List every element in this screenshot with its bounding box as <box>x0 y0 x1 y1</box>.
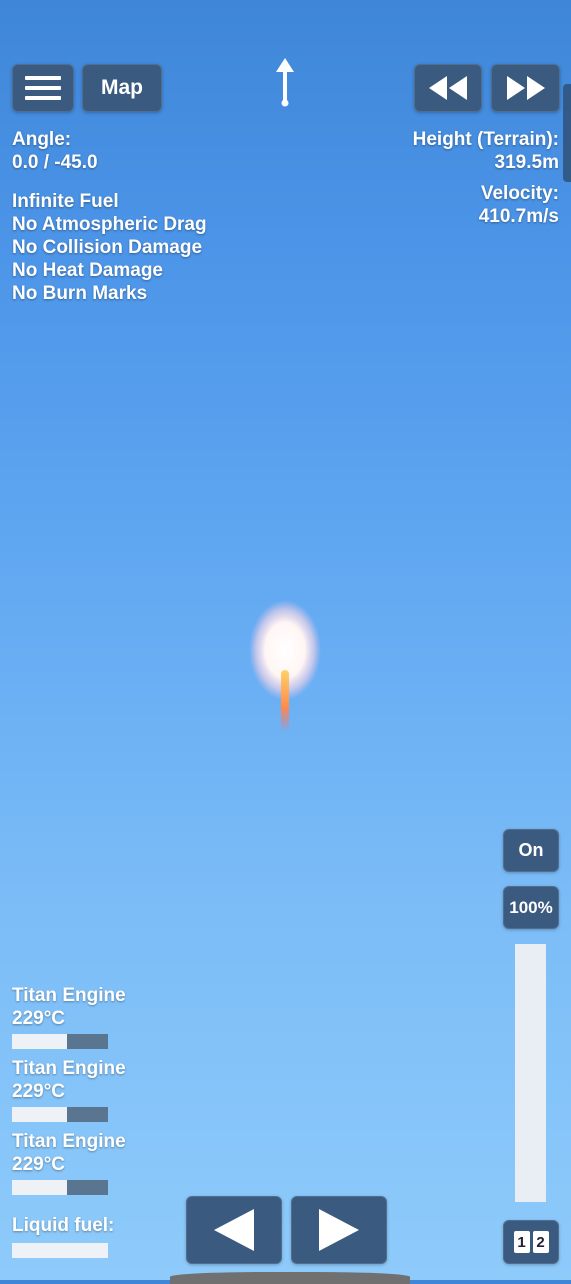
hamburger-icon <box>25 76 61 100</box>
rocket-exhaust <box>249 600 321 732</box>
stage-number: 1 <box>513 1231 530 1253</box>
engine-name: Titan Engine <box>12 1131 126 1152</box>
side-panel-tab[interactable] <box>563 84 571 182</box>
fast-forward-button[interactable] <box>491 64 560 112</box>
engine-item: Titan Engine 229°C <box>12 1130 142 1195</box>
angle-label: Angle: <box>12 129 72 150</box>
engine-heat-bar <box>12 1180 108 1195</box>
engine-name: Titan Engine <box>12 1058 126 1079</box>
fuel-label: Liquid fuel: <box>12 1215 115 1236</box>
angle-value: 0.0 / -45.0 <box>12 152 98 173</box>
engine-toggle-button[interactable]: On <box>503 829 559 872</box>
velocity-value: 410.7m/s <box>478 206 559 227</box>
rotate-left-button[interactable] <box>186 1196 282 1264</box>
fuel-fill <box>12 1243 108 1258</box>
height-readout: Height (Terrain): 319.5m <box>413 128 559 174</box>
engine-name: Titan Engine <box>12 985 126 1006</box>
flag-item: No Burn Marks <box>12 283 148 304</box>
engine-temp: 229°C <box>12 1081 66 1102</box>
engine-heat-bar <box>12 1107 108 1122</box>
height-value: 319.5m <box>494 152 559 173</box>
angle-readout: Angle: 0.0 / -45.0 <box>12 128 98 174</box>
engine-item: Titan Engine 229°C <box>12 1057 142 1122</box>
rotate-right-icon <box>319 1209 359 1251</box>
engine-temp: 229°C <box>12 1008 66 1029</box>
rotate-right-button[interactable] <box>291 1196 387 1264</box>
fuel-bar <box>12 1243 108 1258</box>
engine-heat-fill <box>12 1107 67 1122</box>
flag-item: Infinite Fuel <box>12 191 119 212</box>
fast-forward-icon <box>506 76 545 100</box>
throttle-percent-label: 100% <box>509 897 553 917</box>
flag-item: No Heat Damage <box>12 260 163 281</box>
prograde-arrow-icon <box>276 58 294 107</box>
rotate-left-icon <box>214 1209 254 1251</box>
height-label: Height (Terrain): <box>412 129 559 150</box>
velocity-label: Velocity: <box>480 183 559 204</box>
stage-number: 2 <box>532 1231 549 1253</box>
flag-item: No Collision Damage <box>12 237 203 258</box>
flag-item: No Atmospheric Drag <box>12 214 207 235</box>
engine-list: Titan Engine 229°C Titan Engine 229°C Ti… <box>12 984 142 1203</box>
stage-button[interactable]: 1 2 <box>503 1220 559 1264</box>
menu-button[interactable] <box>12 64 74 112</box>
throttle-slider[interactable] <box>515 944 546 1202</box>
engine-heat-bar <box>12 1034 108 1049</box>
velocity-readout: Velocity: 410.7m/s <box>479 182 559 228</box>
fuel-gauge: Liquid fuel: <box>12 1214 114 1258</box>
engine-heat-fill <box>12 1180 67 1195</box>
cheat-flags-list: Infinite Fuel No Atmospheric Drag No Col… <box>12 190 207 305</box>
engine-heat-fill <box>12 1034 67 1049</box>
map-button-label: Map <box>101 76 143 99</box>
rewind-icon <box>429 76 467 100</box>
map-button[interactable]: Map <box>82 64 162 112</box>
throttle-percent-button[interactable]: 100% <box>503 886 559 929</box>
launch-pad-ground <box>170 1272 410 1284</box>
engine-toggle-label: On <box>518 840 544 860</box>
rewind-button[interactable] <box>414 64 482 112</box>
engine-temp: 229°C <box>12 1154 66 1175</box>
engine-item: Titan Engine 229°C <box>12 984 142 1049</box>
